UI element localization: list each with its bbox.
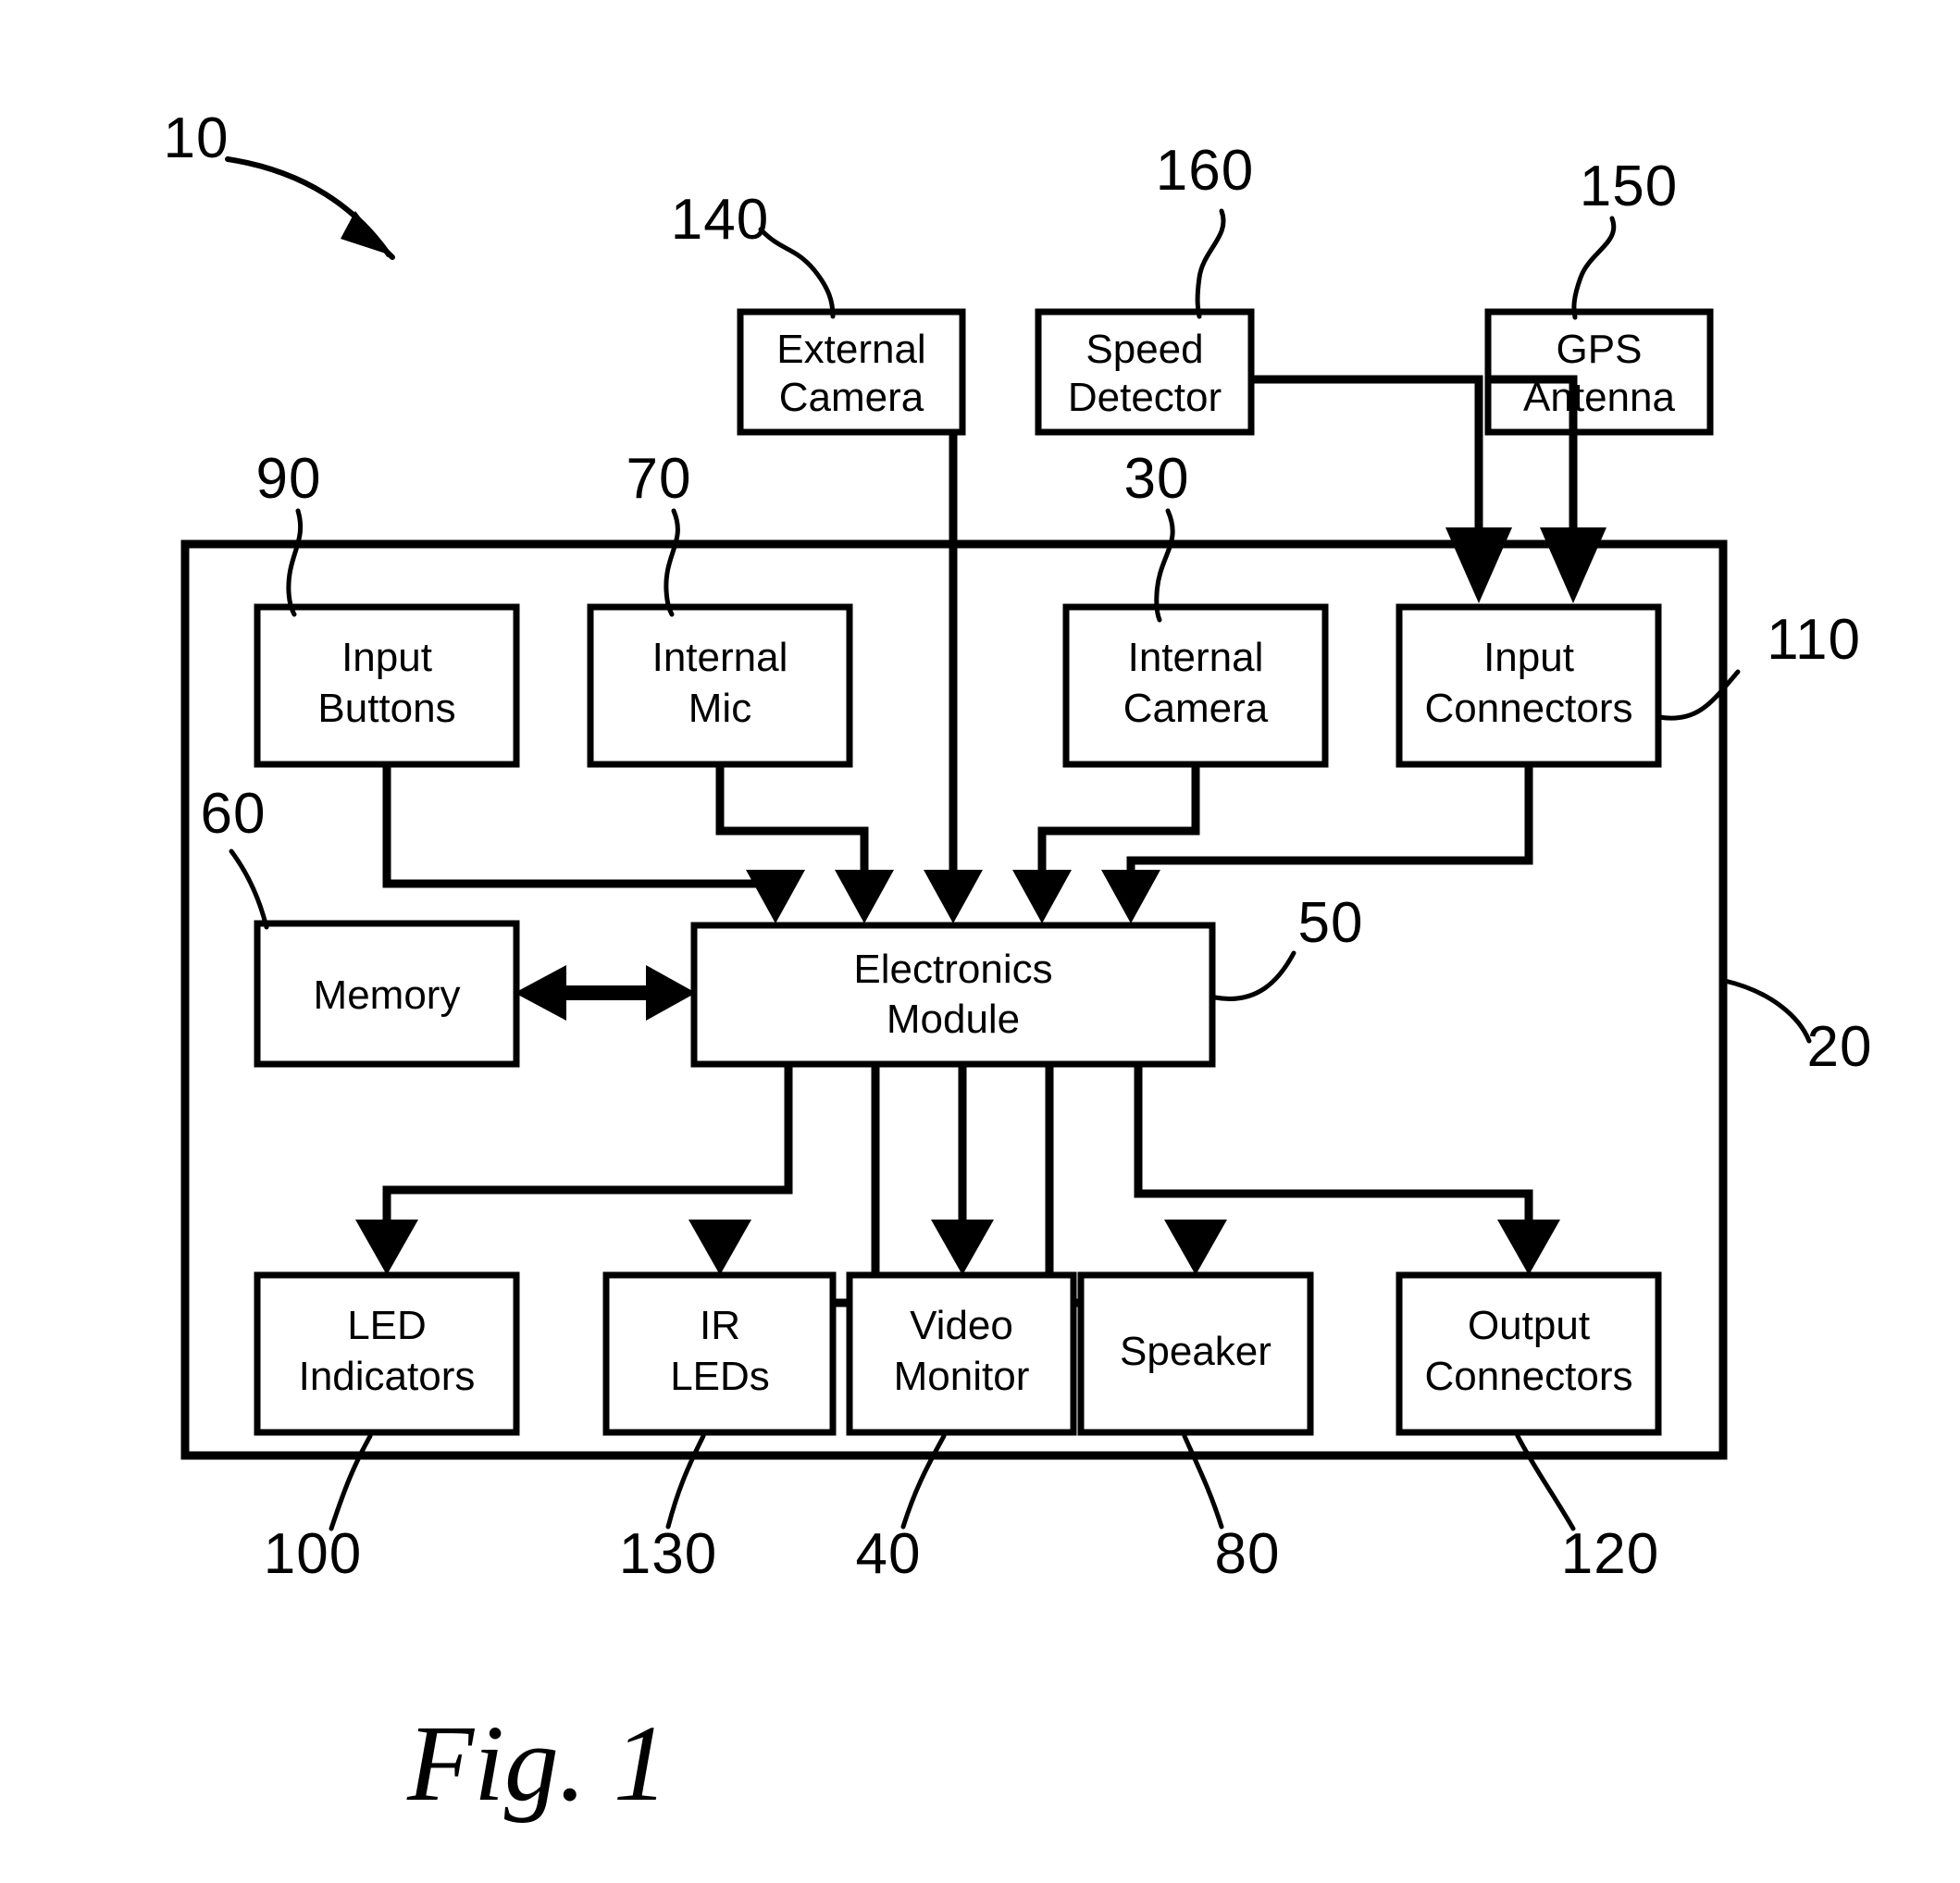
arrowhead-input-connectors xyxy=(1101,870,1160,923)
ref-60-label: 60 xyxy=(201,782,267,846)
memory-bus-arrow xyxy=(515,965,696,1021)
input-connectors-label-line2: Connectors xyxy=(1424,686,1632,731)
memory-label: Memory xyxy=(314,972,461,1018)
ref-50-label: 50 xyxy=(1298,891,1364,955)
gps-antenna-label-line1: GPS xyxy=(1557,327,1643,372)
ref-50-leader xyxy=(1212,950,1296,1001)
ref-80-label: 80 xyxy=(1215,1522,1281,1586)
electronics-module-label-line1: Electronics xyxy=(853,947,1052,992)
ref-20-label: 20 xyxy=(1807,1015,1873,1079)
ref-160-label: 160 xyxy=(1156,139,1254,203)
input-connectors-label-line1: Input xyxy=(1483,635,1574,680)
arrowhead-internal-mic xyxy=(835,870,894,923)
ref-90-leader xyxy=(286,508,304,617)
ref-130-leader xyxy=(665,1433,706,1530)
ref-60-leader xyxy=(229,849,269,930)
ref-140-leader xyxy=(758,227,836,319)
arrowhead-led-indicators xyxy=(355,1220,418,1275)
wire-speed-detector-to-input-connectors xyxy=(1252,375,1483,555)
speaker-label: Speaker xyxy=(1120,1329,1272,1374)
ref-140-label: 140 xyxy=(671,188,769,252)
internal-mic-label-line1: Internal xyxy=(652,635,788,680)
ref-20-leader xyxy=(1722,978,1812,1044)
ref-80-leader xyxy=(1182,1433,1224,1530)
video-monitor-label-line2: Monitor xyxy=(894,1354,1030,1399)
wire-em-to-led-indicators xyxy=(382,1066,793,1221)
output-connectors-label-line2: Connectors xyxy=(1424,1354,1632,1399)
ir-leds-label-line2: LEDs xyxy=(670,1354,770,1399)
ref-10-label: 10 xyxy=(164,106,229,170)
arrowhead-gps-antenna xyxy=(1540,527,1606,603)
speed-detector-label-line1: Speed xyxy=(1085,327,1203,372)
ref-150-label: 150 xyxy=(1580,155,1678,218)
ref-70-label: 70 xyxy=(626,447,692,511)
arrowhead-video-monitor xyxy=(931,1220,994,1275)
ref-90-label: 90 xyxy=(256,447,322,511)
arrowhead-speaker xyxy=(1164,1220,1227,1275)
ref-40-leader xyxy=(900,1433,947,1530)
ref-100-label: 100 xyxy=(264,1522,362,1586)
internal-mic-label-line2: Mic xyxy=(688,686,751,731)
arrowhead-external-camera xyxy=(924,870,983,923)
wire-em-to-output-connectors xyxy=(1134,1066,1533,1221)
ref-110-label: 110 xyxy=(1767,608,1861,672)
ref-40-label: 40 xyxy=(856,1522,922,1586)
output-connectors-label-line1: Output xyxy=(1468,1303,1590,1348)
arrowhead-ir-leds xyxy=(688,1220,751,1275)
speed-detector-label-line2: Detector xyxy=(1068,375,1222,420)
internal-camera-label-line2: Camera xyxy=(1123,686,1269,731)
arrowhead-internal-camera xyxy=(1012,870,1072,923)
ref-130-label: 130 xyxy=(619,1522,717,1586)
ref-100-leader xyxy=(329,1433,373,1531)
arrowhead-speed-detector xyxy=(1445,527,1512,603)
patent-figure-page: 10 External Camera 140 Speed Detector 16… xyxy=(0,0,1960,1883)
arrowhead-output-connectors xyxy=(1497,1220,1560,1275)
arrowhead-input-buttons xyxy=(746,870,805,923)
ref-120-label: 120 xyxy=(1561,1522,1659,1586)
external-camera-label-line2: Camera xyxy=(779,375,924,420)
led-indicators-label-line2: Indicators xyxy=(299,1354,476,1399)
ref-160-leader xyxy=(1195,208,1226,319)
ref-10-leader xyxy=(225,156,395,260)
ir-leds-label-line1: IR xyxy=(700,1303,740,1348)
input-buttons-label-line1: Input xyxy=(341,635,432,680)
block-diagram: 10 External Camera 140 Speed Detector 16… xyxy=(164,106,1873,1824)
electronics-module-label-line2: Module xyxy=(887,997,1020,1042)
ref-30-leader xyxy=(1154,508,1175,623)
ref-150-leader xyxy=(1571,216,1617,320)
led-indicators-label-line1: LED xyxy=(347,1303,427,1348)
figure-caption: Fig. 1 xyxy=(406,1703,668,1824)
ref-70-leader xyxy=(664,508,680,617)
external-camera-label-line1: External xyxy=(776,327,925,372)
internal-camera-label-line1: Internal xyxy=(1128,635,1264,680)
ref-30-label: 30 xyxy=(1124,447,1190,511)
video-monitor-label-line1: Video xyxy=(910,1303,1013,1348)
ref-120-leader xyxy=(1515,1433,1576,1531)
input-buttons-label-line2: Buttons xyxy=(317,686,455,731)
